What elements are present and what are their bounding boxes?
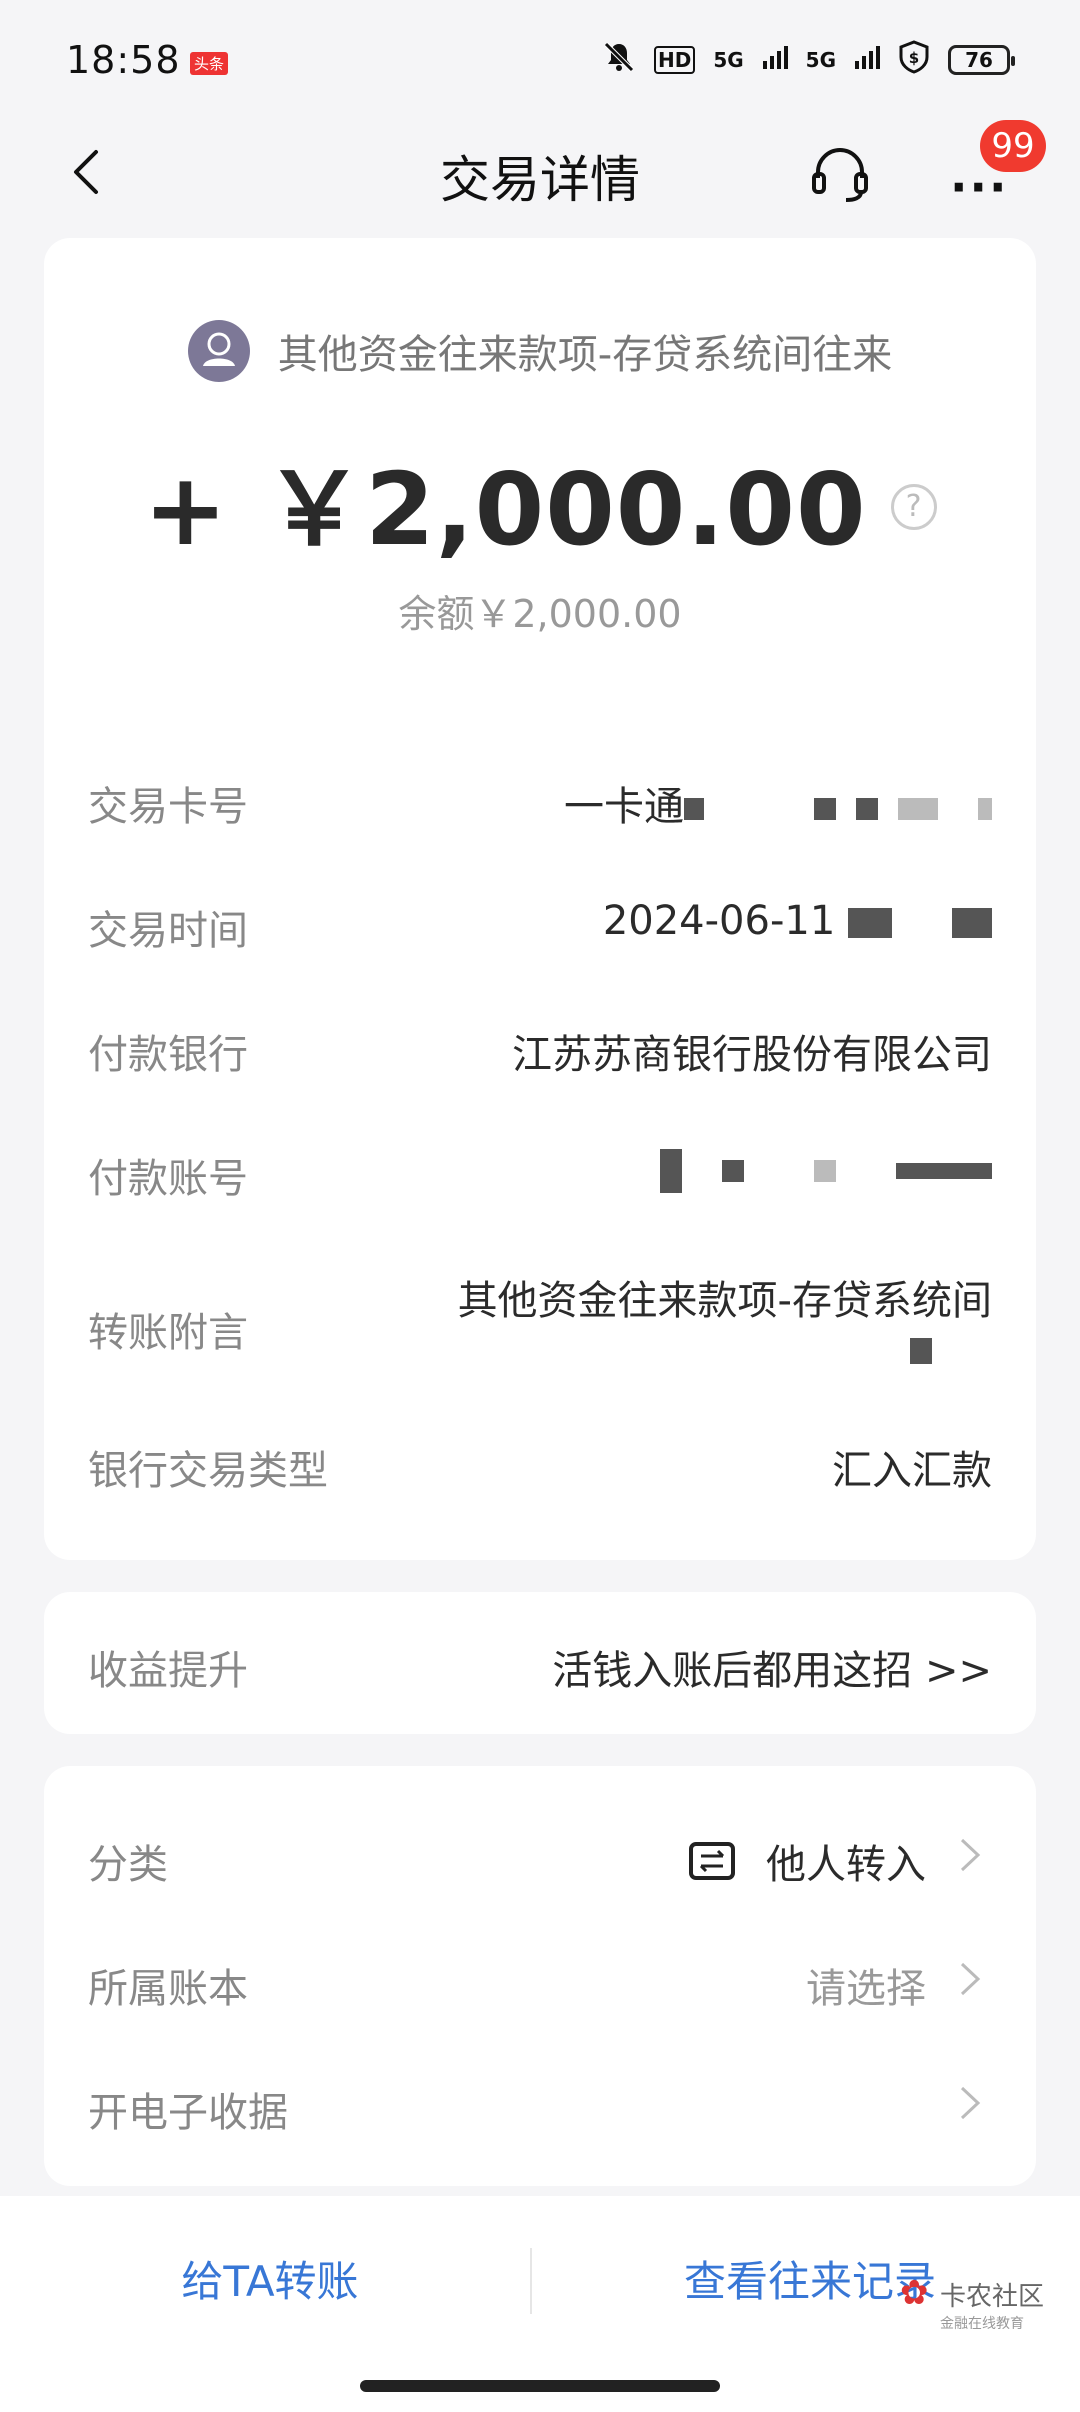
ledger-label: 所属账本 (88, 1966, 248, 2012)
category-text: 他人转入 (766, 1842, 926, 1888)
payer-name: 其他资金往来款项-存贷系统间往来 (277, 332, 893, 378)
status-bar: 18:58 头条 HD 5G 5G $ 76 (0, 0, 1080, 120)
svg-text:$: $ (909, 49, 919, 67)
redacted-mask (978, 798, 992, 820)
card-name: 一卡通 (564, 784, 684, 830)
watermark-subtext: 金融在线教育 (940, 2316, 1024, 2332)
receipt-label: 开电子收据 (88, 2090, 288, 2136)
home-indicator[interactable] (360, 2380, 720, 2392)
detail-row-bank: 付款银行 江苏苏商银行股份有限公司 (88, 1022, 992, 1082)
detail-value: 一卡通 (564, 774, 992, 832)
amount-row: + ￥2,000.00? (44, 428, 1036, 573)
chevron-right-icon (960, 1838, 981, 1872)
redacted-mask (660, 1149, 682, 1193)
memo-text: 其他资金往来款项-存贷系统间 (457, 1278, 992, 1324)
detail-value: 2024-06-11 (603, 898, 992, 944)
transaction-card: 其他资金往来款项-存贷系统间往来 + ￥2,000.00? 余额￥2,000.0… (44, 238, 1036, 1560)
redacted-mask (814, 1160, 836, 1182)
redacted-gap (836, 798, 856, 820)
detail-row-memo: 转账附言 其他资金往来款项-存贷系统间 (88, 1268, 992, 1388)
detail-label: 银行交易类型 (88, 1448, 328, 1494)
signal-5g-icon: 5G (713, 48, 744, 72)
redacted-gap (682, 1170, 722, 1172)
signal-5g-icon-2: 5G (805, 48, 836, 72)
category-label: 分类 (88, 1842, 168, 1888)
redacted-gap (836, 1170, 896, 1172)
mute-bell-icon (602, 40, 636, 80)
balance-text: 余额￥2,000.00 (398, 592, 682, 636)
signal-bars-icon (762, 44, 788, 76)
category-row[interactable]: 分类 他人转入 (88, 1822, 992, 1892)
detail-value: 汇入汇款 (832, 1448, 992, 1494)
detail-row-type: 银行交易类型 汇入汇款 (88, 1438, 992, 1498)
payer-avatar (187, 320, 250, 382)
receipt-row[interactable]: 开电子收据 (88, 2070, 992, 2140)
transfer-to-them-button[interactable]: 给TA转账 (0, 2248, 540, 2309)
divider (530, 2248, 532, 2314)
redacted-mask (910, 1338, 932, 1364)
headset-icon (812, 147, 868, 202)
shield-dollar-icon: $ (898, 40, 930, 80)
redacted-mask (896, 1163, 992, 1179)
redacted-mask (848, 908, 892, 938)
signal-bars-icon-2 (854, 44, 880, 76)
redacted-mask (814, 798, 836, 820)
customer-service-button[interactable] (808, 142, 872, 206)
category-value: 他人转入 (688, 1832, 926, 1890)
detail-label: 转账附言 (88, 1310, 248, 1356)
detail-row-time: 交易时间 2024-06-11 (88, 898, 992, 958)
page-title: 交易详情 (440, 151, 640, 209)
redacted-gap (938, 798, 978, 820)
detail-row-card-number: 交易卡号 一卡通 (88, 774, 992, 834)
transaction-date: 2024-06-11 (602, 898, 836, 944)
redacted-gap (744, 1170, 814, 1172)
notification-badge: 99 (980, 120, 1046, 172)
detail-label: 交易卡号 (88, 784, 248, 830)
status-time: 18:58 (66, 38, 181, 82)
detail-label: 付款账号 (88, 1156, 248, 1202)
help-icon[interactable]: ? (890, 484, 937, 530)
redacted-gap (704, 798, 814, 820)
status-icons: HD 5G 5G $ 76 (602, 40, 1015, 80)
detail-row-account: 付款账号 (88, 1146, 992, 1206)
redacted-mask (952, 908, 992, 938)
detail-value: 江苏苏商银行股份有限公司 (512, 1032, 992, 1078)
watermark: 卡农社区 金融在线教育 (940, 2276, 1044, 2333)
user-icon (202, 332, 235, 366)
watermark-logo-icon: ✿ (900, 2273, 929, 2313)
detail-label: 付款银行 (88, 1032, 248, 1078)
watermark-text: 卡农社区 (940, 2282, 1045, 2312)
promo-card[interactable]: 收益提升 活钱入账后都用这招 >> ¥ (44, 1592, 1036, 1734)
detail-value: 其他资金往来款项-存贷系统间 (458, 1268, 992, 1372)
chevron-right-icon (960, 2086, 981, 2120)
transfer-icon (689, 1842, 735, 1880)
battery-icon: 76 (948, 45, 1015, 75)
redacted-mask (898, 798, 938, 820)
payer-row: 其他资金往来款项-存贷系统间往来 (44, 320, 1036, 382)
redacted-gap (892, 912, 952, 934)
redacted-mask (684, 798, 704, 820)
transaction-amount: + ￥2,000.00 (143, 451, 867, 568)
hd-icon: HD (653, 46, 696, 74)
detail-value (660, 1146, 992, 1193)
redacted-mask (856, 798, 878, 820)
settings-card: 分类 他人转入 所属账本 请选择 开电子收据 (44, 1766, 1036, 2186)
promo-label: 收益提升 (88, 1648, 248, 1694)
app-notification-badge: 头条 (190, 52, 229, 75)
redacted-mask (722, 1160, 744, 1182)
nav-bar: 交易详情 ··· 99 (0, 120, 1080, 230)
detail-label: 交易时间 (88, 908, 248, 954)
ledger-row[interactable]: 所属账本 请选择 (88, 1946, 992, 2016)
chevron-right-icon (960, 1962, 981, 1996)
promo-link[interactable]: 活钱入账后都用这招 >> (552, 1638, 992, 1696)
ledger-value: 请选择 (806, 1966, 926, 2012)
